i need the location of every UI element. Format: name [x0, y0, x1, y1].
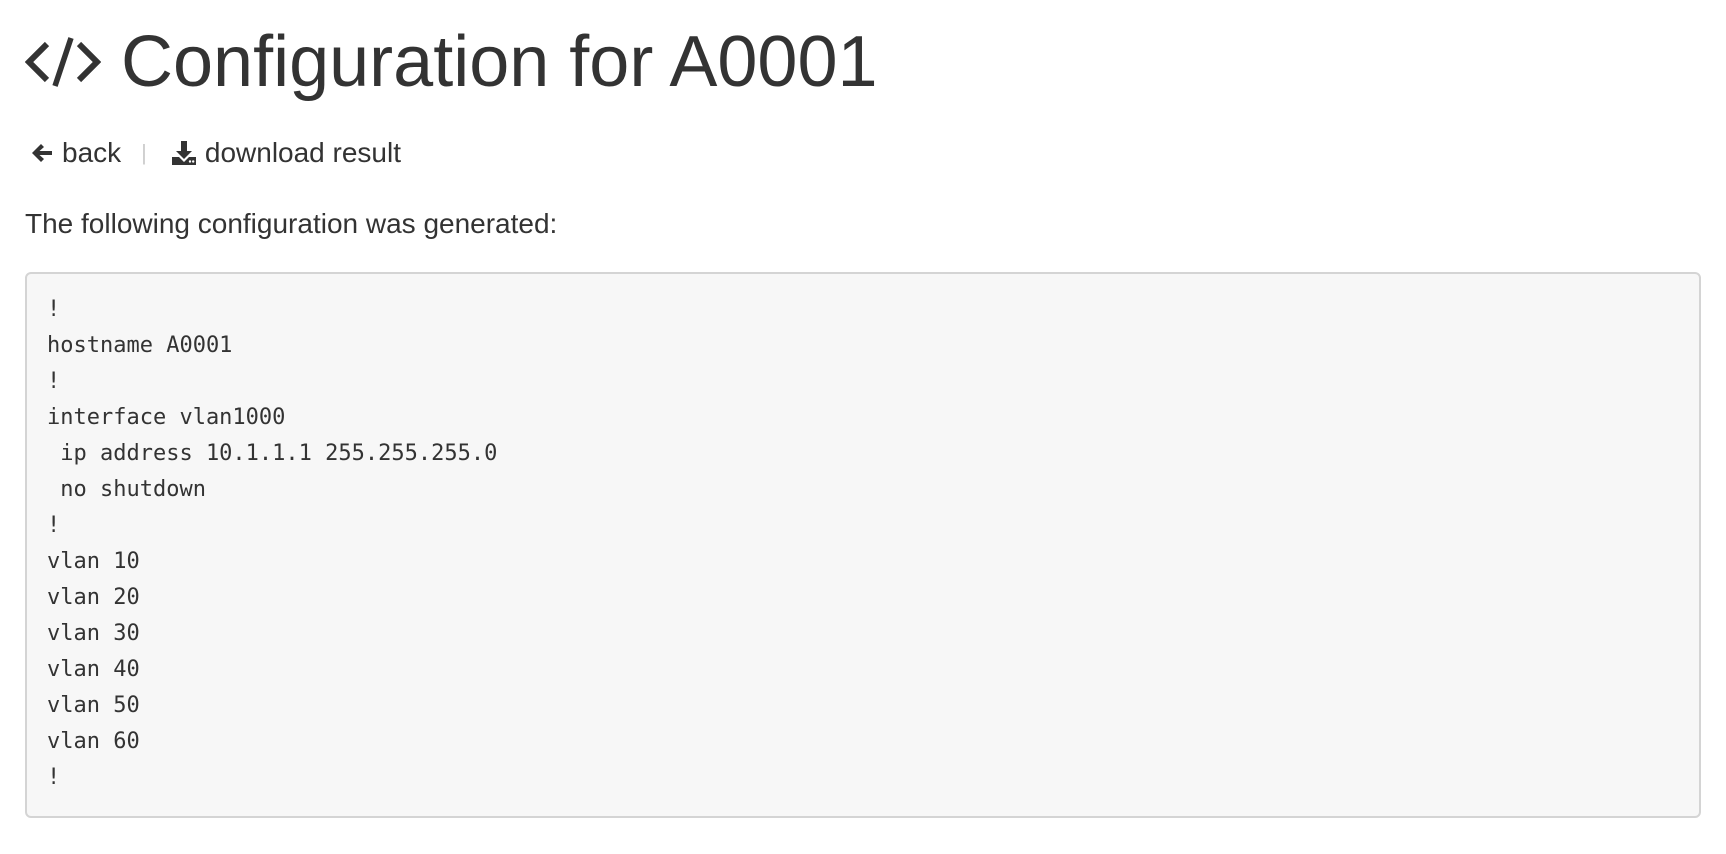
arrow-left-icon — [30, 141, 54, 165]
action-bar: back | download result — [30, 133, 401, 173]
config-output[interactable]: ! hostname A0001! interface vlan1000 ip ad… — [25, 272, 1701, 818]
config-line: no shutdown — [47, 477, 206, 502]
config-line: vlan 10 — [47, 549, 140, 574]
download-result-link[interactable]: download result — [171, 137, 401, 169]
intro-text: The following configuration was generate… — [25, 208, 558, 239]
config-line: ip address 10.1.1.1 255.255.255.0 — [47, 441, 498, 466]
page-title: Configuration for A0001 — [25, 22, 878, 102]
config-line: vlan 50 — [47, 693, 140, 718]
config-line: vlan 20 — [47, 585, 140, 610]
config-line: ! — [47, 297, 61, 322]
back-link[interactable]: back — [30, 137, 121, 169]
config-line: ! — [47, 765, 61, 790]
page-title-text: Configuration for A0001 — [121, 22, 878, 102]
config-line: ! — [47, 513, 61, 538]
download-result-label: download result — [204, 137, 401, 168]
download-icon — [171, 140, 197, 166]
code-icon — [25, 32, 101, 92]
action-separator: | — [141, 140, 147, 165]
config-line: vlan 30 — [47, 621, 140, 646]
config-line: hostname A0001 — [47, 333, 233, 358]
config-line: interface vlan1000 — [47, 405, 286, 430]
config-line: ! — [47, 369, 61, 394]
back-link-label: back — [62, 137, 122, 168]
config-line: vlan 60 — [47, 729, 140, 754]
config-line: vlan 40 — [47, 657, 140, 682]
